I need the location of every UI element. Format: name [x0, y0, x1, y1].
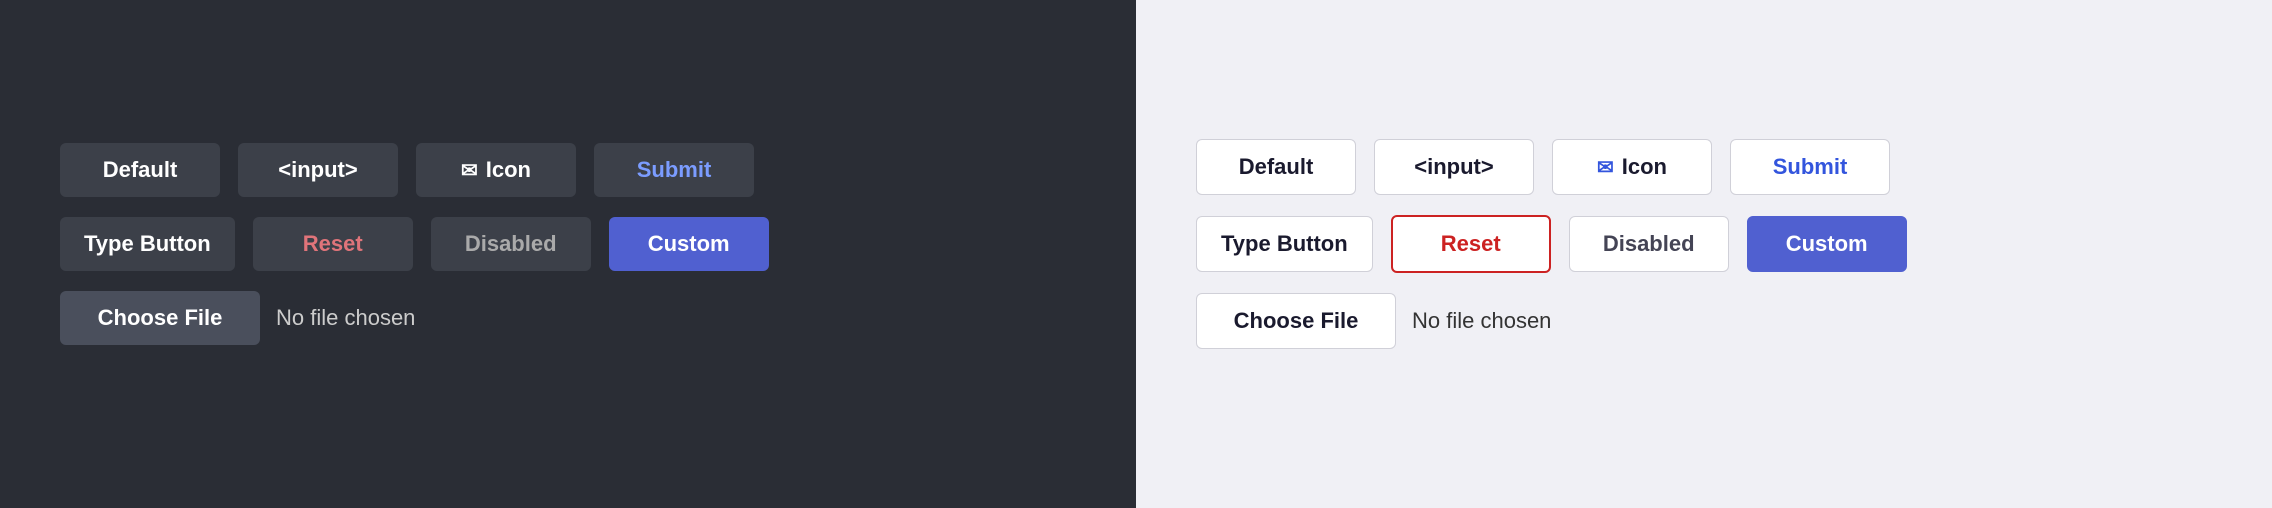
- dark-row-1: Default <input> ✉ Icon Submit: [60, 143, 754, 197]
- light-disabled-label: Disabled: [1603, 231, 1695, 257]
- dark-custom-button[interactable]: Custom: [609, 217, 769, 271]
- light-custom-button[interactable]: Custom: [1747, 216, 1907, 272]
- dark-reset-label: Reset: [303, 231, 363, 257]
- light-envelope-icon: ✉: [1597, 155, 1614, 180]
- light-row-1: Default <input> ✉ Icon Submit: [1196, 139, 1890, 195]
- dark-default-label: Default: [103, 157, 178, 183]
- dark-row-3: Choose File No file chosen: [60, 291, 415, 345]
- light-custom-label: Custom: [1786, 231, 1868, 257]
- dark-no-file-text: No file chosen: [276, 305, 415, 331]
- light-panel: Default <input> ✉ Icon Submit Type Butto…: [1136, 0, 2272, 508]
- dark-panel: Default <input> ✉ Icon Submit Type Butto…: [0, 0, 1136, 508]
- light-reset-label: Reset: [1441, 231, 1501, 257]
- light-choose-file-label: Choose File: [1234, 308, 1359, 333]
- light-icon-button[interactable]: ✉ Icon: [1552, 139, 1712, 195]
- light-input-button[interactable]: <input>: [1374, 139, 1534, 195]
- dark-submit-label: Submit: [637, 157, 712, 183]
- light-submit-button[interactable]: Submit: [1730, 139, 1890, 195]
- light-disabled-button[interactable]: Disabled: [1569, 216, 1729, 272]
- light-type-button[interactable]: Type Button: [1196, 216, 1373, 272]
- dark-type-button[interactable]: Type Button: [60, 217, 235, 271]
- dark-input-label: <input>: [278, 157, 357, 183]
- dark-file-input-group: Choose File No file chosen: [60, 291, 415, 345]
- dark-row-2: Type Button Reset Disabled Custom: [60, 217, 769, 271]
- dark-disabled-button[interactable]: Disabled: [431, 217, 591, 271]
- dark-input-button[interactable]: <input>: [238, 143, 398, 197]
- dark-default-button[interactable]: Default: [60, 143, 220, 197]
- light-type-button-label: Type Button: [1221, 231, 1348, 257]
- light-submit-label: Submit: [1773, 154, 1848, 180]
- dark-icon-button[interactable]: ✉ Icon: [416, 143, 576, 197]
- dark-disabled-label: Disabled: [465, 231, 557, 257]
- dark-reset-button[interactable]: Reset: [253, 217, 413, 271]
- envelope-icon: ✉: [461, 158, 478, 183]
- dark-custom-label: Custom: [648, 231, 730, 257]
- dark-type-button-label: Type Button: [84, 231, 211, 257]
- light-reset-button[interactable]: Reset: [1391, 215, 1551, 273]
- light-default-label: Default: [1239, 154, 1314, 180]
- light-row-2: Type Button Reset Disabled Custom: [1196, 215, 1907, 273]
- light-no-file-text: No file chosen: [1412, 308, 1551, 334]
- dark-icon-label: Icon: [486, 157, 531, 183]
- light-choose-file-button[interactable]: Choose File: [1196, 293, 1396, 349]
- light-icon-label: Icon: [1622, 154, 1667, 180]
- dark-choose-file-label: Choose File: [98, 305, 223, 330]
- light-row-3: Choose File No file chosen: [1196, 293, 1551, 349]
- light-input-label: <input>: [1414, 154, 1493, 180]
- light-default-button[interactable]: Default: [1196, 139, 1356, 195]
- dark-submit-button[interactable]: Submit: [594, 143, 754, 197]
- dark-choose-file-button[interactable]: Choose File: [60, 291, 260, 345]
- light-file-input-group: Choose File No file chosen: [1196, 293, 1551, 349]
